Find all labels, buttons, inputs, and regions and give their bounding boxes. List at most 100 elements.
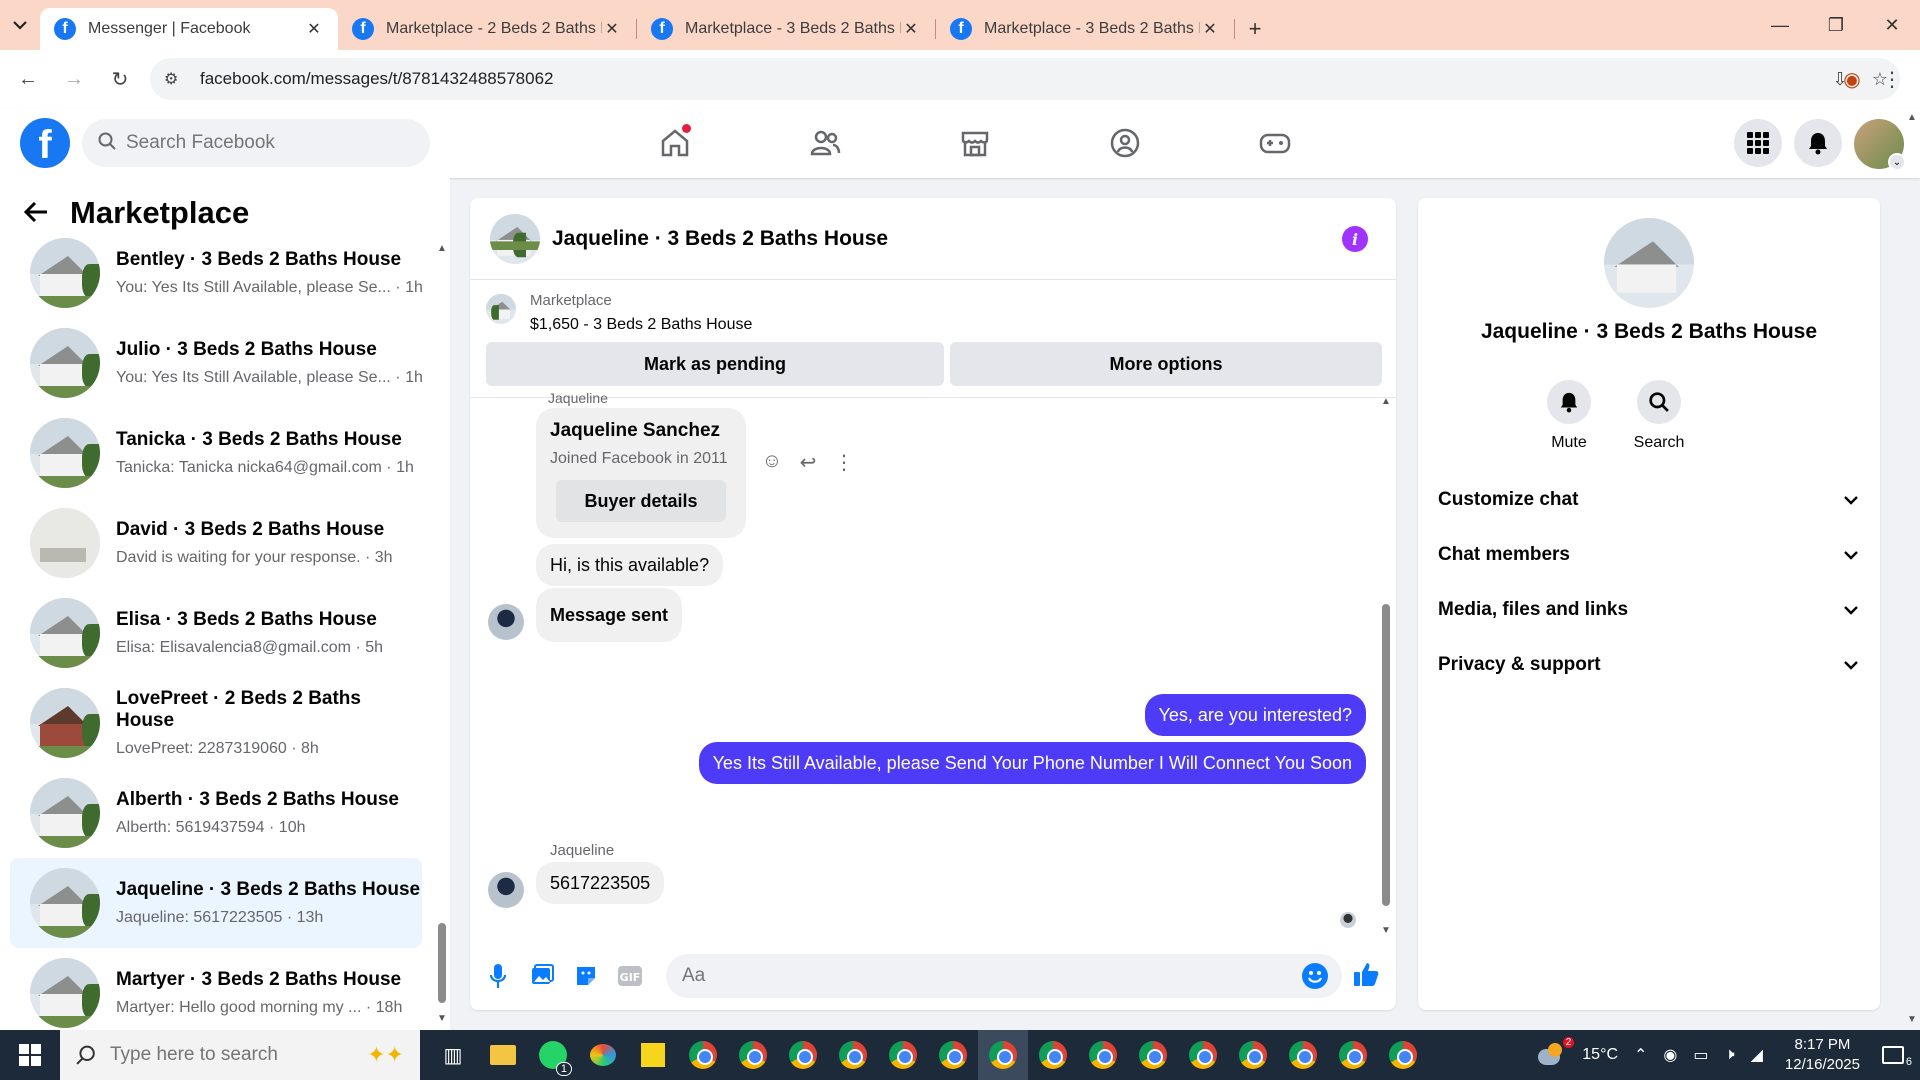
browser-tab[interactable]: f Marketplace - 3 Beds 2 Baths H ✕ [637, 8, 935, 50]
chat-members-row[interactable]: Chat members [1438, 535, 1858, 575]
address-bar[interactable]: ⚙ facebook.com/messages/t/87814324885780… [150, 58, 1900, 100]
battery-icon[interactable]: ▭ [1693, 1045, 1708, 1065]
facebook-logo[interactable]: f [20, 118, 70, 168]
chrome-profile-button[interactable] [1228, 1030, 1278, 1080]
wifi-icon[interactable]: ◢ [1751, 1045, 1763, 1065]
scroll-down-icon[interactable]: ▼ [1907, 1014, 1917, 1025]
privacy-support-row[interactable]: Privacy & support [1438, 645, 1858, 685]
volume-icon[interactable]: 🕨 [1725, 1046, 1735, 1064]
chat-list-item[interactable]: Jaqueline · 3 Beds 2 Baths House Jaquelin… [10, 858, 422, 948]
incoming-message[interactable]: 5617223505 [536, 862, 665, 904]
chat-list-item[interactable]: Julio · 3 Beds 2 Baths House You: Yes Its… [10, 318, 423, 408]
chat-list-scrollbar[interactable]: ▲ ▼ [436, 243, 448, 1024]
customize-chat-row[interactable]: Customize chat [1438, 480, 1858, 520]
chrome-profile-button[interactable] [1328, 1030, 1378, 1080]
scroll-up-icon[interactable]: ▲ [1907, 112, 1917, 123]
message-input[interactable] [682, 965, 1282, 987]
chevron-up-icon[interactable]: ⌃ [1634, 1045, 1647, 1065]
chrome-profile-button[interactable] [928, 1030, 978, 1080]
more-options-button[interactable]: More options [950, 342, 1382, 386]
notification-center-icon[interactable]: 6 [1882, 1046, 1912, 1068]
nav-groups[interactable] [1050, 108, 1200, 178]
start-button[interactable] [0, 1030, 60, 1080]
profile-icon[interactable]: ◉ [1832, 67, 1872, 92]
search-in-conversation-button[interactable] [1637, 380, 1681, 424]
outgoing-message[interactable]: Yes Its Still Available, please Send You… [698, 742, 1366, 784]
forward-button[interactable]: → [56, 61, 92, 97]
clock[interactable]: 8:17 PM 12/16/2025 [1785, 1035, 1860, 1075]
chat-list-item[interactable]: Martyer · 3 Beds 2 Baths House Martyer: H… [10, 948, 422, 1038]
more-vertical-icon[interactable]: ⋮ [832, 450, 856, 475]
chat-list-item[interactable]: David · 3 Beds 2 Baths House David is wai… [10, 498, 422, 588]
scroll-down-icon[interactable]: ▼ [436, 1013, 448, 1024]
chrome-profile-button[interactable] [728, 1030, 778, 1080]
nav-gaming[interactable] [1200, 108, 1350, 178]
scroll-up-icon[interactable]: ▲ [436, 243, 448, 254]
chat-list-item[interactable]: Tanicka · 3 Beds 2 Baths House Tanicka: T… [10, 408, 422, 498]
restore-icon[interactable]: ❐ [1808, 0, 1864, 50]
chrome-profile-button[interactable] [1078, 1030, 1128, 1080]
close-window-icon[interactable]: ✕ [1864, 0, 1920, 50]
reply-icon[interactable]: ↩ [796, 450, 820, 475]
close-tab-icon[interactable]: ✕ [901, 19, 921, 39]
chrome-profile-button[interactable] [1028, 1030, 1078, 1080]
chrome-profile-button[interactable] [678, 1030, 728, 1080]
browser-tab[interactable]: f Marketplace - 2 Beds 2 Baths H ✕ [338, 8, 636, 50]
listing-price-title[interactable]: $1,650 - 3 Beds 2 Baths House [530, 316, 752, 334]
chat-list-item[interactable]: Elisa · 3 Beds 2 Baths House Elisa: Elisa… [10, 588, 422, 678]
sticky-notes-button[interactable] [628, 1030, 678, 1080]
buyer-details-button[interactable]: Buyer details [556, 480, 726, 522]
weather-icon[interactable]: 2 [1538, 1037, 1575, 1067]
thread-scrollbar[interactable]: ▲ ▼ [1380, 396, 1392, 936]
chrome-profile-button[interactable] [1378, 1030, 1428, 1080]
page-scrollbar[interactable]: ▲ ▼ [1904, 108, 1920, 1030]
scroll-down-icon[interactable]: ▼ [1381, 925, 1391, 936]
chrome-profile-button[interactable] [1178, 1030, 1228, 1080]
chrome-profile-button[interactable] [1128, 1030, 1178, 1080]
sender-avatar[interactable] [488, 604, 524, 640]
chrome-profile-button[interactable] [828, 1030, 878, 1080]
back-button[interactable]: ← [10, 61, 46, 97]
nav-marketplace[interactable] [900, 108, 1050, 178]
nav-home[interactable] [600, 108, 750, 178]
back-arrow-icon[interactable] [23, 197, 64, 229]
listing-thumbnail[interactable] [486, 294, 516, 324]
chrome-profile-button[interactable] [778, 1030, 828, 1080]
taskbar-search[interactable]: ✦✦ [60, 1030, 420, 1080]
close-tab-icon[interactable]: ✕ [1200, 19, 1220, 39]
url-text[interactable]: facebook.com/messages/t/8781432488578062 [200, 69, 553, 89]
scrollbar-thumb[interactable] [1382, 604, 1390, 906]
chrome-profile-button[interactable] [878, 1030, 928, 1080]
file-explorer-button[interactable] [478, 1030, 528, 1080]
kebab-menu-icon[interactable]: ⋮ [1872, 67, 1912, 92]
account-avatar[interactable]: ⌄ [1854, 119, 1906, 171]
task-view-button[interactable]: ▥ [428, 1030, 478, 1080]
mute-button[interactable] [1547, 380, 1591, 424]
conversation-title[interactable]: Jaqueline · 3 Beds 2 Baths House [552, 227, 888, 251]
facebook-search[interactable] [82, 119, 430, 167]
conversation-avatar[interactable] [490, 213, 540, 264]
reload-button[interactable]: ↻ [102, 61, 138, 97]
browser-tab[interactable]: f Marketplace - 3 Beds 2 Baths H ✕ [936, 8, 1234, 50]
taskbar-search-input[interactable] [110, 1044, 330, 1066]
voice-clip-button[interactable] [476, 963, 520, 989]
close-tab-icon[interactable]: ✕ [304, 19, 324, 39]
emoji-icon[interactable] [1302, 963, 1328, 989]
chrome-profile-button-active[interactable] [978, 1030, 1028, 1080]
notifications-button[interactable] [1794, 119, 1842, 167]
whatsapp-button[interactable]: 1 [528, 1030, 578, 1080]
info-icon[interactable]: i [1342, 226, 1368, 252]
menu-button[interactable] [1734, 119, 1782, 167]
site-settings-icon[interactable]: ⚙ [164, 69, 186, 89]
attach-photo-button[interactable] [520, 964, 564, 988]
nav-friends[interactable] [750, 108, 900, 178]
conversation-avatar-large[interactable] [1604, 218, 1694, 308]
temperature[interactable]: 15°C [1582, 1046, 1618, 1064]
gif-button[interactable]: GIF [608, 965, 652, 987]
chat-list-item[interactable]: Alberth · 3 Beds 2 Baths House Alberth: 5… [10, 768, 422, 858]
thumbs-up-icon[interactable] [1352, 960, 1380, 993]
scrollbar-thumb[interactable] [438, 923, 446, 1003]
incoming-message[interactable]: Hi, is this available? [536, 544, 724, 586]
record-icon[interactable]: ◉ [1663, 1045, 1677, 1065]
system-message[interactable]: Message sent [536, 588, 683, 642]
